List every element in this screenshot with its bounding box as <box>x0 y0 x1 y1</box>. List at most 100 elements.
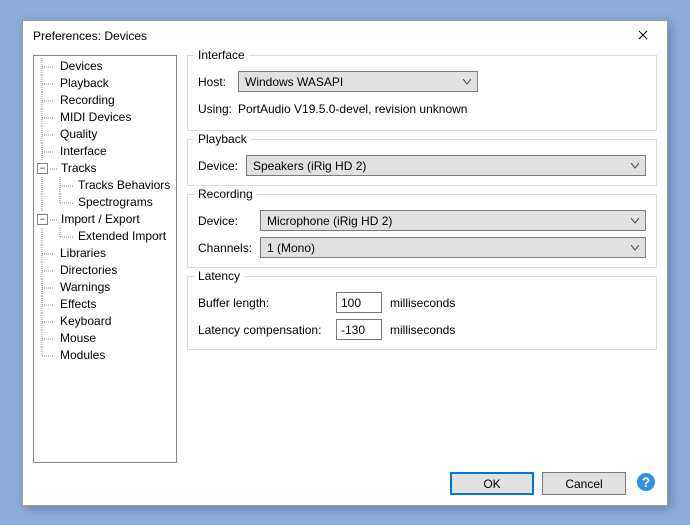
latency-comp-unit: milliseconds <box>390 323 455 337</box>
channels-value: 1 (Mono) <box>267 241 315 255</box>
collapse-icon[interactable]: − <box>37 163 48 174</box>
tree-item-extended-import[interactable]: Extended Import <box>34 228 176 245</box>
chevron-down-icon <box>629 218 641 224</box>
chevron-down-icon <box>629 245 641 251</box>
preferences-window: Preferences: Devices Devices <box>22 20 668 506</box>
tree-label: Modules <box>58 347 105 364</box>
buffer-length-input[interactable]: 100 <box>336 292 382 313</box>
chevron-down-icon <box>629 163 641 169</box>
ok-button[interactable]: OK <box>450 472 534 495</box>
host-label: Host: <box>198 75 232 89</box>
tree-item-recording[interactable]: Recording <box>34 92 176 109</box>
using-label: Using: <box>198 102 232 116</box>
playback-device-select[interactable]: Speakers (iRig HD 2) <box>246 155 646 176</box>
tree-label: Playback <box>58 75 109 92</box>
tree-label: Warnings <box>58 279 110 296</box>
help-icon: ? <box>636 472 656 495</box>
tree-item-interface[interactable]: Interface <box>34 143 176 160</box>
dotted-connector-icon <box>34 296 58 313</box>
tree-label: Tracks Behaviors <box>76 177 170 194</box>
dotted-connector-icon <box>34 313 58 330</box>
tree-label: Tracks <box>59 160 97 177</box>
tree-label: Recording <box>58 92 115 109</box>
window-title: Preferences: Devices <box>33 29 147 43</box>
host-select[interactable]: Windows WASAPI <box>238 71 478 92</box>
group-title: Latency <box>194 269 244 283</box>
playback-device-value: Speakers (iRig HD 2) <box>253 159 366 173</box>
tree-item-midi-devices[interactable]: MIDI Devices <box>34 109 176 126</box>
tree-item-devices[interactable]: Devices <box>34 58 176 75</box>
tree-label: Directories <box>58 262 117 279</box>
category-tree[interactable]: Devices Playback Recording <box>33 55 177 463</box>
ok-label: OK <box>483 477 500 491</box>
buffer-length-unit: milliseconds <box>390 296 455 310</box>
group-latency: Latency Buffer length: 100 milliseconds … <box>187 276 657 350</box>
dotted-connector-icon <box>34 126 58 143</box>
close-button[interactable] <box>621 22 665 50</box>
group-interface: Interface Host: Windows WASAPI Using: Po… <box>187 55 657 131</box>
dotted-connector-icon <box>34 228 76 245</box>
dotted-connector-icon <box>34 58 58 75</box>
tree-item-tracks[interactable]: − Tracks <box>34 160 176 177</box>
dotted-connector-icon <box>34 109 58 126</box>
group-title: Interface <box>194 48 249 62</box>
tree-item-keyboard[interactable]: Keyboard <box>34 313 176 330</box>
tree-item-spectrograms[interactable]: Spectrograms <box>34 194 176 211</box>
tree-label: MIDI Devices <box>58 109 131 126</box>
close-icon <box>638 29 648 43</box>
dialog-footer: OK Cancel ? <box>442 472 657 495</box>
tree-item-quality[interactable]: Quality <box>34 126 176 143</box>
group-playback: Playback Device: Speakers (iRig HD 2) <box>187 139 657 186</box>
settings-panel: Interface Host: Windows WASAPI Using: Po… <box>187 55 657 463</box>
dotted-connector-icon <box>34 279 58 296</box>
recording-device-value: Microphone (iRig HD 2) <box>267 214 392 228</box>
tree-item-effects[interactable]: Effects <box>34 296 176 313</box>
dotted-connector-icon <box>34 177 76 194</box>
tree-item-mouse[interactable]: Mouse <box>34 330 176 347</box>
collapse-icon[interactable]: − <box>37 214 48 225</box>
recording-device-select[interactable]: Microphone (iRig HD 2) <box>260 210 646 231</box>
playback-device-label: Device: <box>198 159 240 173</box>
tree-item-import-export[interactable]: − Import / Export <box>34 211 176 228</box>
channels-label: Channels: <box>198 241 254 255</box>
help-button[interactable]: ? <box>634 472 657 495</box>
dotted-connector-icon <box>50 160 59 177</box>
tree-item-warnings[interactable]: Warnings <box>34 279 176 296</box>
channels-select[interactable]: 1 (Mono) <box>260 237 646 258</box>
buffer-length-label: Buffer length: <box>198 296 330 310</box>
group-recording: Recording Device: Microphone (iRig HD 2)… <box>187 194 657 268</box>
buffer-length-value: 100 <box>341 296 361 310</box>
host-value: Windows WASAPI <box>245 75 343 89</box>
cancel-button[interactable]: Cancel <box>542 472 626 495</box>
tree-label: Interface <box>58 143 107 160</box>
tree-item-libraries[interactable]: Libraries <box>34 245 176 262</box>
tree-item-playback[interactable]: Playback <box>34 75 176 92</box>
latency-comp-input[interactable]: -130 <box>336 319 382 340</box>
chevron-down-icon <box>461 79 473 85</box>
dotted-connector-icon <box>34 347 58 364</box>
titlebar: Preferences: Devices <box>23 21 667 51</box>
dotted-connector-icon <box>34 245 58 262</box>
using-value: PortAudio V19.5.0-devel, revision unknow… <box>238 102 467 116</box>
tree-label: Libraries <box>58 245 106 262</box>
tree-label: Mouse <box>58 330 96 347</box>
tree-label: Import / Export <box>59 211 140 228</box>
tree-label: Devices <box>58 58 103 75</box>
dotted-connector-icon <box>34 262 58 279</box>
dotted-connector-icon <box>34 75 58 92</box>
latency-comp-label: Latency compensation: <box>198 323 330 337</box>
dotted-connector-icon <box>34 143 58 160</box>
tree-item-tracks-behaviors[interactable]: Tracks Behaviors <box>34 177 176 194</box>
recording-device-label: Device: <box>198 214 254 228</box>
dotted-connector-icon <box>50 211 59 228</box>
tree-label: Spectrograms <box>76 194 153 211</box>
latency-comp-value: -130 <box>341 323 365 337</box>
tree-label: Effects <box>58 296 96 313</box>
dotted-connector-icon <box>34 330 58 347</box>
dotted-connector-icon <box>34 194 76 211</box>
cancel-label: Cancel <box>565 477 602 491</box>
tree-item-directories[interactable]: Directories <box>34 262 176 279</box>
tree-item-modules[interactable]: Modules <box>34 347 176 364</box>
tree-label: Quality <box>58 126 97 143</box>
group-title: Playback <box>194 132 251 146</box>
